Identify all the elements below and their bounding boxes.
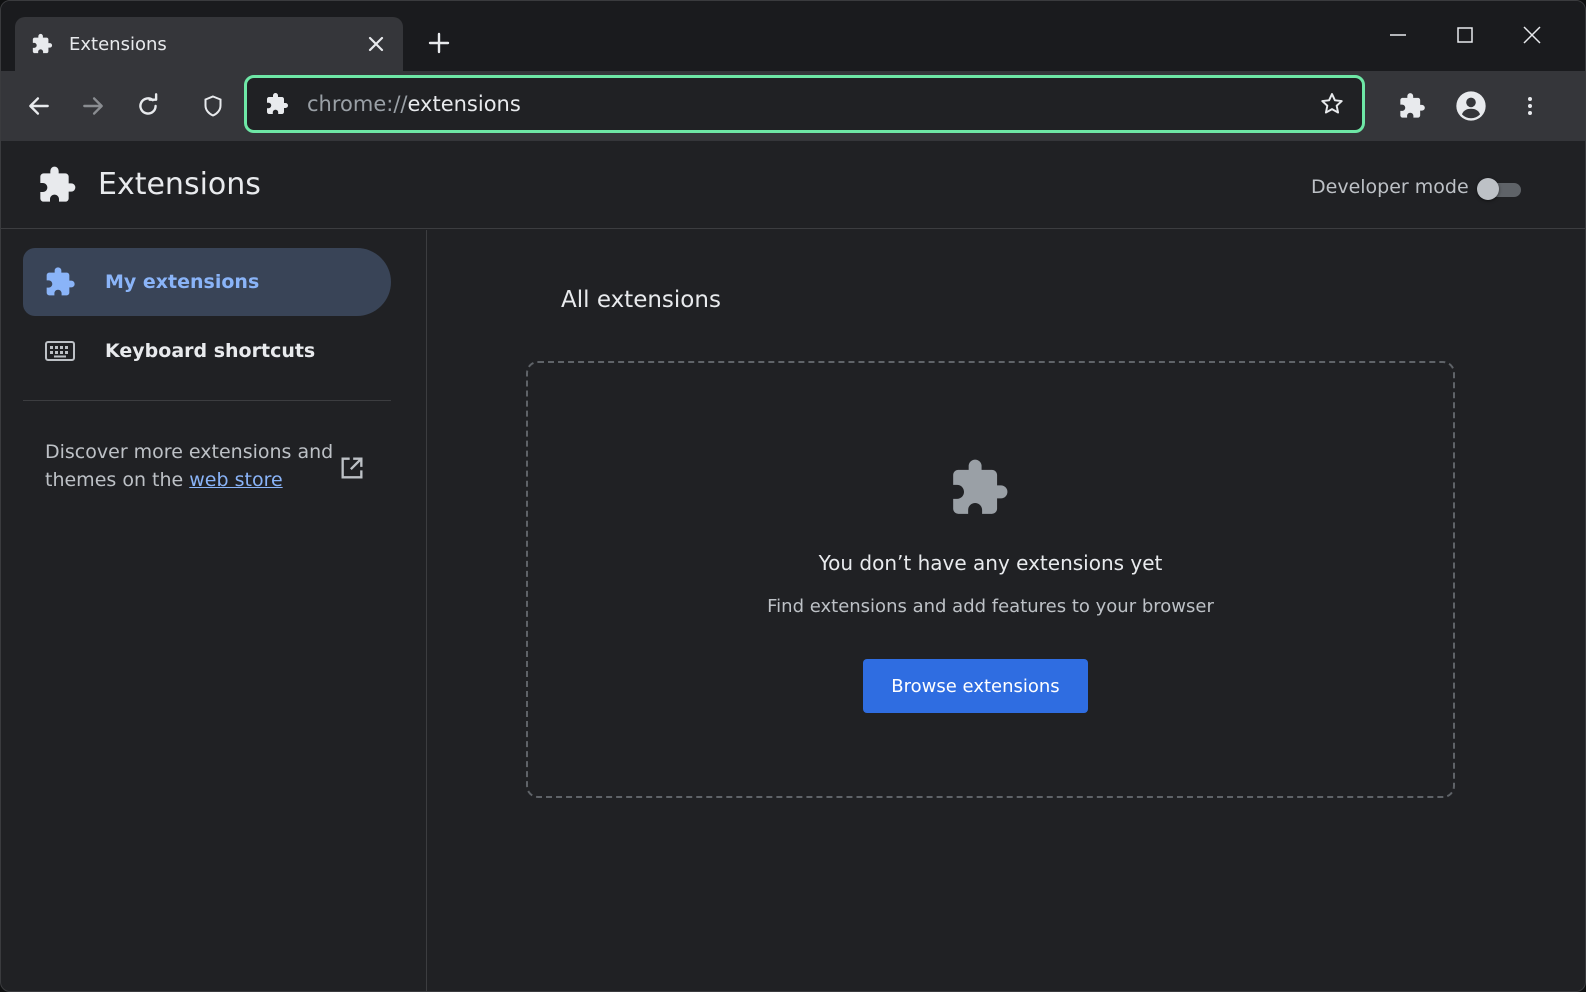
more-vert-icon [1528,97,1532,115]
toggle-knob [1477,178,1499,200]
url-path: extensions [407,92,521,116]
empty-state-title: You don’t have any extensions yet [818,551,1163,575]
minimize-icon [1390,34,1406,36]
sidebar-item-my-extensions[interactable]: My extensions [23,248,391,316]
puzzle-icon [43,265,77,299]
discover-text: Discover more extensions and themes on t… [45,438,335,494]
puzzle-icon [40,166,76,202]
puzzle-icon [953,459,1008,514]
browser-toolbar: chrome://extensions [1,71,1585,141]
browser-window: Extensions chrome://extensions Extension… [0,0,1586,992]
reload-button[interactable] [130,88,166,124]
developer-mode-toggle[interactable] [1477,178,1521,200]
extensions-menu-button[interactable] [1394,88,1430,124]
maximize-icon [1457,27,1473,43]
developer-mode-label: Developer mode [1311,176,1469,198]
tab-title: Extensions [69,33,167,55]
empty-state-card: You don’t have any extensions yet Find e… [526,361,1455,798]
minimize-button[interactable] [1382,19,1414,51]
sidebar-item-label: Keyboard shortcuts [105,340,316,362]
arrow-left-icon [29,97,49,115]
sidebar-item-label: My extensions [105,271,260,293]
tab-extensions[interactable]: Extensions [15,17,403,71]
puzzle-icon [267,93,288,114]
window-close-button[interactable] [1516,19,1548,51]
web-store-link[interactable]: web store [189,469,282,491]
keyboard-icon [43,334,77,368]
tab-strip: Extensions [1,1,1585,71]
reload-icon [139,93,158,115]
new-tab-button[interactable] [425,29,453,57]
sidebar: My extensions Keyboard shortcuts Discove… [1,230,427,991]
close-icon [1523,26,1541,44]
account-circle-icon [1456,91,1486,121]
sidebar-divider [23,400,391,401]
empty-state-subtitle: Find extensions and add features to your… [767,596,1214,617]
open-in-new-icon[interactable] [338,454,366,482]
address-bar[interactable]: chrome://extensions [244,75,1365,133]
browser-menu-button[interactable] [1512,88,1548,124]
url-scheme: chrome:// [307,92,408,116]
maximize-button[interactable] [1449,19,1481,51]
profile-button[interactable] [1453,88,1489,124]
shield-icon [204,95,222,117]
back-button[interactable] [21,88,57,124]
close-icon[interactable] [363,31,389,57]
page-title: Extensions [98,167,261,202]
bookmark-star-icon[interactable] [1318,90,1346,118]
sidebar-item-keyboard-shortcuts[interactable]: Keyboard shortcuts [23,317,391,385]
section-title: All extensions [561,287,721,313]
forward-button[interactable] [75,88,111,124]
puzzle-icon [32,33,53,54]
extensions-header: Extensions Developer mode [1,141,1585,229]
browse-extensions-button[interactable]: Browse extensions [863,659,1088,713]
url-text: chrome://extensions [307,92,1318,116]
plus-icon [428,32,450,54]
site-info-button[interactable] [195,88,231,124]
puzzle-icon [1400,93,1425,118]
arrow-right-icon [83,97,103,115]
